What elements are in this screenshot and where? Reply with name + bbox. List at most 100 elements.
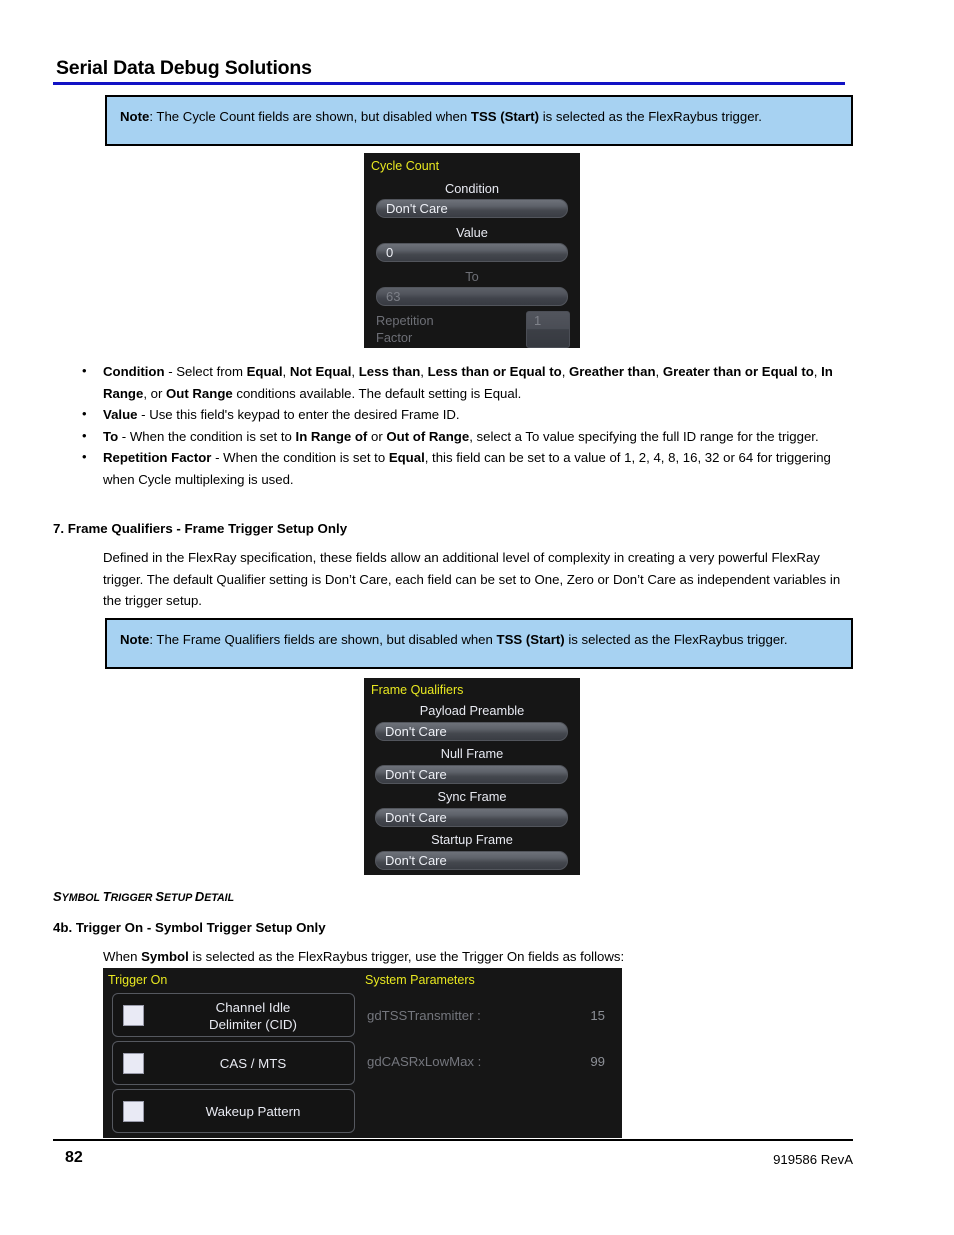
section-paragraph-4b: When Symbol is selected as the FlexRaybu…: [103, 946, 851, 968]
value-label: Value: [456, 225, 488, 240]
cycle-count-field-list: Condition - Select from Equal, Not Equal…: [78, 360, 850, 490]
note-box-frame-qualifiers: Note: The Frame Qualifiers fields are sh…: [105, 618, 853, 669]
footer-page-number: 82: [65, 1149, 83, 1166]
repetition-factor-label-line1: Repetition: [376, 313, 434, 328]
document-page: Serial Data Debug Solutions Note: The Cy…: [0, 0, 954, 1235]
bullet-term: Condition: [103, 364, 165, 379]
checkbox-wakeup-pattern[interactable]: [123, 1101, 144, 1122]
sync-frame-label: Sync Frame: [437, 789, 507, 804]
note-bold-term: TSS (Start): [470, 109, 540, 124]
trigger-on-item-cid[interactable]: Channel Idle Delimiter (CID): [112, 993, 355, 1037]
smallcaps-part: T: [102, 889, 111, 904]
text-run: or: [367, 428, 387, 444]
text-run: ,: [351, 364, 359, 379]
smallcaps-heading-symbol-trigger: SYMBOL TRIGGER SETUP DETAIL: [53, 889, 234, 904]
smallcaps-part: YMBOL: [61, 892, 103, 904]
value-input[interactable]: 0: [376, 243, 568, 262]
payload-preamble-label: Payload Preamble: [419, 703, 525, 718]
text-run: ,: [655, 364, 663, 379]
frame-qualifiers-panel: Frame Qualifiers Payload Preamble Don't …: [364, 678, 580, 875]
bold-run: Not Equal: [289, 364, 352, 379]
note-label: Note: [120, 632, 150, 647]
bullet-term: Value: [103, 407, 138, 422]
list-item: Value - Use this field's keypad to enter…: [78, 403, 850, 426]
note-box-cycle-count: Note: The Cycle Count fields are shown, …: [105, 95, 853, 146]
repetition-factor-label: Repetition Factor: [376, 312, 434, 346]
bold-run: Equal: [388, 450, 425, 465]
null-frame-dropdown[interactable]: Don't Care: [375, 765, 568, 784]
list-item: To - When the condition is set to In Ran…: [78, 425, 850, 448]
bold-run: Out of Range: [386, 428, 470, 444]
bold-run: Out Range: [166, 385, 233, 401]
bullet-body: - Select from Equal, Not Equal, Less tha…: [103, 364, 833, 401]
paragraph-text-before: When: [103, 949, 142, 964]
trigger-on-item-wakeup-pattern[interactable]: Wakeup Pattern: [112, 1089, 355, 1133]
condition-label: Condition: [444, 181, 500, 196]
to-input[interactable]: 63: [376, 287, 568, 306]
smallcaps-part: S: [155, 889, 165, 904]
text-run: ,: [420, 364, 428, 379]
bullet-body: - When the condition is set to In Range …: [118, 428, 819, 444]
section-heading-7: 7. Frame Qualifiers - Frame Trigger Setu…: [53, 521, 348, 536]
text-run: - When the condition is set to: [118, 428, 296, 444]
note-text-after: is selected as the FlexRaybus trigger.: [564, 632, 788, 647]
system-parameter-value-gdcasrxlowmax: 99: [590, 1054, 605, 1069]
system-parameters-title: System Parameters: [365, 973, 475, 987]
bold-run: In Range of: [295, 428, 368, 444]
sync-frame-dropdown[interactable]: Don't Care: [375, 808, 568, 827]
text-run: - When the condition is set to: [211, 450, 389, 465]
trigger-on-panel: Trigger On System Parameters Channel Idl…: [103, 968, 622, 1138]
section-heading-4b: 4b. Trigger On - Symbol Trigger Setup On…: [53, 920, 326, 935]
text-run: ,: [561, 364, 570, 379]
text-run: ,: [282, 364, 290, 379]
footer-revision: 919586 RevA: [773, 1152, 853, 1167]
paragraph-bold-term: Symbol: [141, 949, 189, 964]
note-label: Note: [120, 109, 150, 124]
null-frame-label: Null Frame: [440, 746, 504, 761]
cycle-count-panel-title: Cycle Count: [371, 159, 440, 173]
section-paragraph-7: Defined in the FlexRay specification, th…: [103, 550, 841, 608]
bold-run: Equal: [246, 364, 283, 379]
startup-frame-label: Startup Frame: [431, 832, 513, 847]
bullet-body: - Use this field's keypad to enter the d…: [137, 407, 459, 422]
condition-dropdown[interactable]: Don't Care: [376, 199, 568, 218]
trigger-on-item-wakeup-pattern-label: Wakeup Pattern: [205, 1104, 301, 1119]
system-parameter-name-gdtsstransmitter: gdTSSTransmitter :: [367, 1008, 481, 1023]
smallcaps-part: ETAIL: [204, 892, 235, 904]
checkbox-cas-mts[interactable]: [123, 1053, 144, 1074]
to-label: To: [465, 269, 479, 284]
repetition-factor-input[interactable]: 1: [526, 311, 570, 348]
list-item: Condition - Select from Equal, Not Equal…: [78, 360, 850, 404]
paragraph-text-after: is selected as the FlexRaybus trigger, u…: [188, 949, 625, 964]
bullet-term: To: [103, 428, 119, 444]
smallcaps-part: D: [194, 889, 205, 904]
bullet-body: - When the condition is set to Equal, th…: [103, 450, 831, 487]
title-divider: [53, 82, 845, 85]
footer-divider: [53, 1139, 853, 1141]
bold-run: Less than or Equal to: [427, 364, 562, 379]
note-text-before: : The Frame Qualifiers fields are shown,…: [149, 632, 497, 647]
note-text-before: : The Cycle Count fields are shown, but …: [149, 109, 471, 124]
payload-preamble-dropdown[interactable]: Don't Care: [375, 722, 568, 741]
frame-qualifiers-panel-title: Frame Qualifiers: [371, 683, 464, 697]
trigger-on-item-cas-mts-label: CAS / MTS: [219, 1056, 287, 1071]
smallcaps-part: S: [53, 889, 62, 904]
label-line2: Delimiter (CID): [209, 1017, 297, 1032]
repetition-factor-label-line2: Factor: [376, 330, 413, 345]
trigger-on-panel-title: Trigger On: [108, 973, 168, 987]
system-parameter-name-gdcasrxlowmax: gdCASRxLowMax :: [367, 1054, 482, 1069]
page-title: Serial Data Debug Solutions: [56, 57, 312, 79]
bold-run: Greater than or Equal to: [662, 364, 814, 379]
text-run: , select a To value specifying the full …: [469, 428, 819, 444]
smallcaps-part: RIGGER: [110, 892, 156, 904]
list-item: Repetition Factor - When the condition i…: [78, 446, 850, 490]
text-run: - Use this field's keypad to enter the d…: [137, 407, 460, 422]
bullet-term: Repetition Factor: [103, 450, 212, 465]
text-run: , or: [143, 385, 167, 401]
note-bold-term: TSS (Start): [496, 632, 565, 647]
checkbox-cid[interactable]: [123, 1005, 144, 1026]
startup-frame-dropdown[interactable]: Don't Care: [375, 851, 568, 870]
text-run: conditions available. The default settin…: [232, 385, 522, 401]
trigger-on-item-cas-mts[interactable]: CAS / MTS: [112, 1041, 355, 1085]
smallcaps-part: ETUP: [164, 892, 195, 904]
